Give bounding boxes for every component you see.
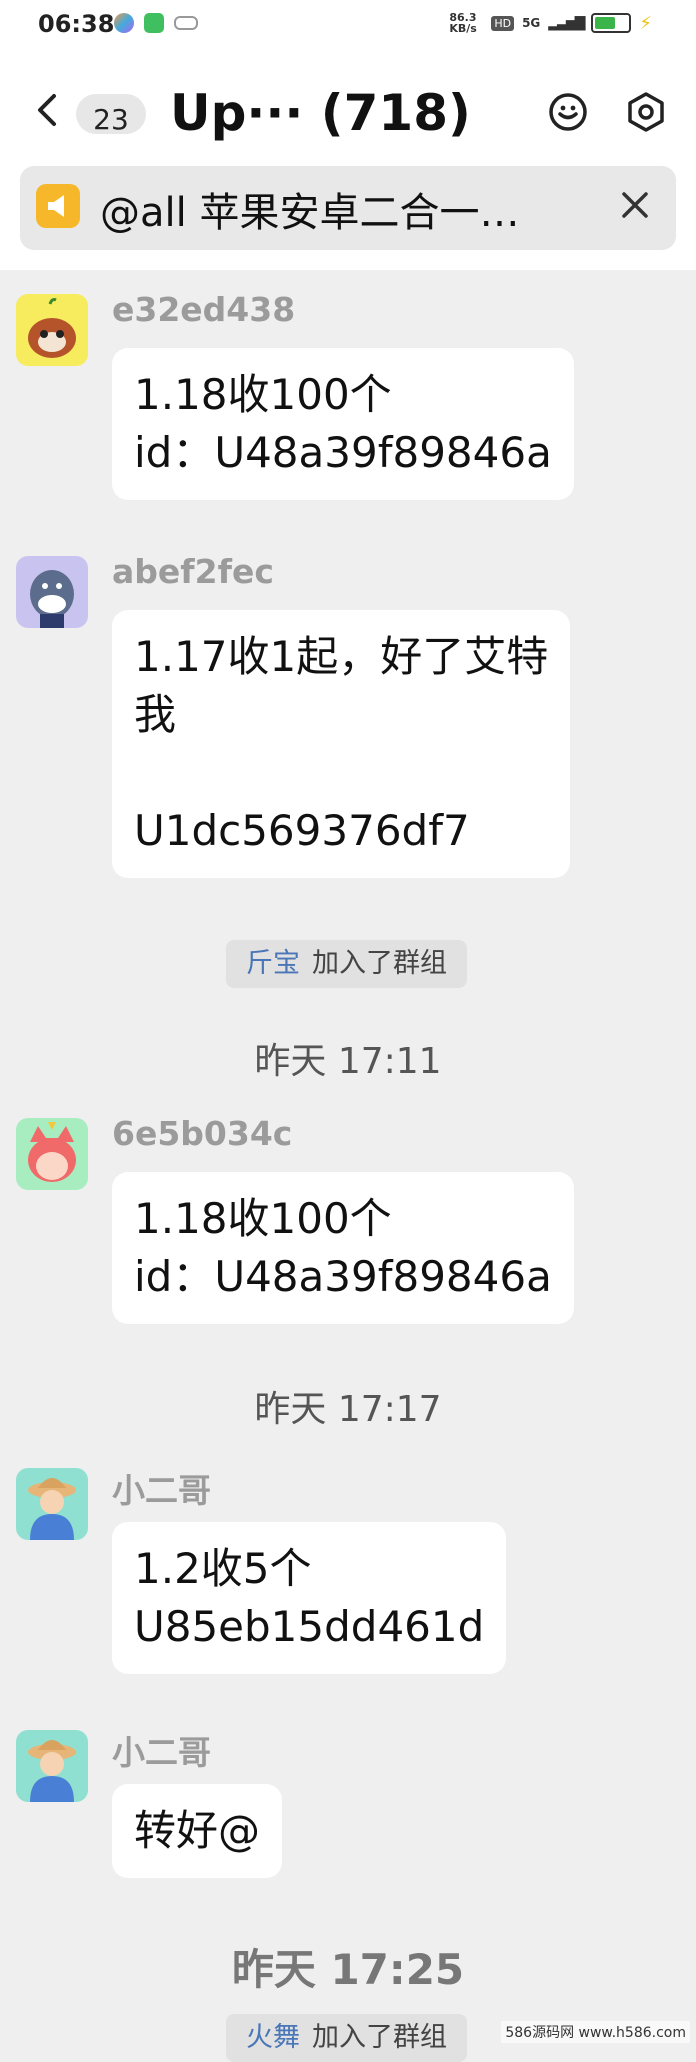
message-bubble[interactable]: 1.18收100个 id：U48a39f89846a xyxy=(112,1172,574,1324)
status-bar: 06:38 86.3 KB/s HD 5G ▂▃▅▇ ⚡ xyxy=(0,0,696,50)
system-action: 加入了群组 xyxy=(312,948,447,979)
chat-title[interactable]: Up··· (718) xyxy=(170,84,471,142)
avatar[interactable] xyxy=(16,294,88,366)
message-bubble[interactable]: 1.18收100个 id：U48a39f89846a xyxy=(112,348,574,500)
avatar[interactable] xyxy=(16,1730,88,1802)
status-notification-icons xyxy=(114,13,198,33)
joined-user-link[interactable]: 火舞 xyxy=(246,2022,300,2053)
status-right: 86.3 KB/s HD 5G ▂▃▅▇ ⚡ xyxy=(449,12,652,34)
link-notification-icon xyxy=(174,16,198,30)
message-bubble[interactable]: 转好@ xyxy=(112,1784,282,1878)
signal-icon: ▂▃▅▇ xyxy=(548,15,583,31)
announcement-bar[interactable]: @all 苹果安卓二合一… xyxy=(20,166,676,250)
raccoon-avatar-icon xyxy=(16,294,88,366)
shark-avatar-icon xyxy=(16,556,88,628)
copilot-icon[interactable] xyxy=(546,90,590,134)
sender-name: 小二哥 xyxy=(112,1464,211,1512)
farmer-avatar-icon xyxy=(16,1730,88,1802)
system-notice: 斤宝加入了群组 xyxy=(226,940,467,988)
back-icon[interactable] xyxy=(28,90,68,130)
system-notice: 火舞加入了群组 xyxy=(226,2014,467,2062)
unread-badge[interactable]: 23 xyxy=(76,94,146,134)
chat-header: 23 Up··· (718) @all 苹果安卓二合一… xyxy=(0,50,696,270)
net-speed: 86.3 KB/s xyxy=(449,12,483,34)
battery-icon xyxy=(591,13,631,33)
charging-icon: ⚡ xyxy=(639,13,652,34)
message-notification-icon xyxy=(144,13,164,33)
announcement-text: @all 苹果安卓二合一… xyxy=(100,180,519,238)
sender-name: e32ed438 xyxy=(112,290,295,329)
cat-avatar-icon xyxy=(16,1118,88,1190)
timestamp: 昨天 17:17 xyxy=(0,1380,696,1432)
sender-name: 6e5b034c xyxy=(112,1114,292,1153)
megaphone-icon xyxy=(36,184,80,228)
avatar[interactable] xyxy=(16,556,88,628)
timestamp: 昨天 17:11 xyxy=(0,1032,696,1084)
sender-name: abef2fec xyxy=(112,552,274,591)
net-type: 5G xyxy=(522,16,540,30)
hd-icon: HD xyxy=(491,16,514,31)
system-action: 加入了群组 xyxy=(312,2022,447,2053)
settings-icon[interactable] xyxy=(624,90,668,134)
watermark: 586源码网 www.h586.com xyxy=(501,2021,690,2043)
message-bubble[interactable]: 1.2收5个 U85eb15dd461d xyxy=(112,1522,506,1674)
app-notification-icon xyxy=(114,13,134,33)
status-time: 06:38 xyxy=(38,10,114,38)
timestamp: 昨天 17:25 xyxy=(0,1936,696,1997)
sender-name: 小二哥 xyxy=(112,1726,211,1774)
message-bubble[interactable]: 1.17收1起，好了艾特 我 U1dc569376df7 xyxy=(112,610,570,878)
close-icon[interactable] xyxy=(618,188,652,222)
avatar[interactable] xyxy=(16,1118,88,1190)
farmer-avatar-icon xyxy=(16,1468,88,1540)
joined-user-link[interactable]: 斤宝 xyxy=(246,948,300,979)
avatar[interactable] xyxy=(16,1468,88,1540)
